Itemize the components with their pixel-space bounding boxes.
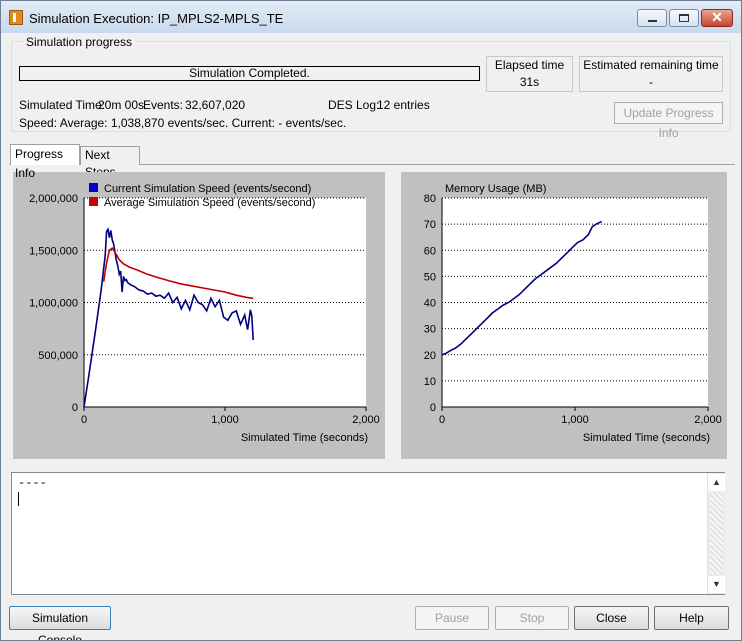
events-value: 32,607,020	[185, 98, 246, 112]
x-tick-label: 0	[81, 414, 87, 426]
close-icon: ✕	[711, 9, 723, 25]
y-tick-label: 0	[430, 402, 436, 414]
y-tick-label: 10	[424, 376, 436, 388]
pause-button[interactable]: Pause	[415, 606, 489, 630]
application-icon	[9, 10, 23, 25]
x-axis-label: Simulated Time (seconds)	[583, 432, 710, 444]
legend-swatch	[89, 197, 98, 206]
speed-summary: Speed: Average: 1,038,870 events/sec. Cu…	[19, 116, 347, 130]
title-bar[interactable]: Simulation Execution: IP_MPLS2-MPLS_TE ✕	[1, 1, 741, 33]
help-button[interactable]: Help	[654, 606, 729, 630]
legend-label: Average Simulation Speed (events/second)	[104, 197, 315, 209]
console-output[interactable]: ----	[11, 472, 725, 595]
chart-title: Memory Usage (MB)	[445, 183, 546, 195]
x-axis-label: Simulated Time (seconds)	[241, 432, 368, 444]
y-tick-label: 1,500,000	[29, 245, 78, 257]
maximize-icon	[679, 14, 689, 22]
simulation-speed-chart-svg: 0 500,000 1,000,000 1,500,000 2,000,000 0 1,00…	[29, 183, 380, 444]
x-tick-label: 0	[439, 414, 445, 426]
maximize-button[interactable]	[669, 9, 699, 27]
y-tick-label: 40	[424, 298, 436, 310]
simulation-execution-window: Simulation Execution: IP_MPLS2-MPLS_TE ✕…	[0, 0, 742, 641]
simulated-time-label: Simulated Time:	[19, 98, 106, 112]
remaining-time-value: -	[649, 75, 653, 89]
simulation-progress-label: Simulation progress	[23, 35, 136, 49]
scroll-up-icon[interactable]: ▲	[708, 474, 725, 491]
events-label: Events:	[143, 98, 184, 112]
scrollbar-track[interactable]	[710, 492, 723, 575]
stop-button[interactable]: Stop	[495, 606, 569, 630]
x-tick-label: 2,000	[352, 414, 380, 426]
window-title: Simulation Execution: IP_MPLS2-MPLS_TE	[29, 11, 284, 26]
x-tick-label: 1,000	[561, 414, 589, 426]
simulation-speed-chart: 0 500,000 1,000,000 1,500,000 2,000,000 0 1,00…	[13, 172, 385, 459]
tab-progress-info[interactable]: Progress Info	[10, 144, 80, 180]
y-tick-label: 30	[424, 324, 436, 336]
legend-swatch	[89, 183, 98, 192]
elapsed-time-label: Elapsed time	[494, 58, 565, 72]
minimize-icon	[648, 20, 657, 22]
y-tick-label: 70	[424, 219, 436, 231]
minimize-button[interactable]	[637, 9, 667, 27]
scroll-down-icon[interactable]: ▼	[708, 576, 725, 593]
remaining-time-label: Estimated remaining time	[583, 58, 719, 72]
simulated-time-value: 20m 00s	[98, 98, 145, 112]
update-progress-info-button[interactable]: Update Progress Info	[614, 102, 723, 140]
y-tick-label: 20	[424, 350, 436, 362]
text-caret	[18, 492, 19, 506]
des-log-value: 12 entries	[377, 98, 430, 112]
y-tick-label: 80	[424, 193, 436, 205]
y-tick-label: 0	[72, 402, 78, 414]
tab-next-steps[interactable]: Next Steps	[80, 146, 140, 179]
elapsed-time-box: Elapsed time 31s	[486, 56, 573, 92]
elapsed-time-value: 31s	[519, 75, 540, 89]
console-text: ----	[18, 476, 47, 490]
close-button[interactable]: Close	[574, 606, 649, 630]
close-window-button[interactable]: ✕	[701, 9, 733, 27]
y-tick-label: 500,000	[38, 350, 78, 362]
console-scrollbar[interactable]: ▲ ▼	[707, 473, 725, 594]
memory-usage-chart: 0 10 20 30 40 50 60 70 80 0 1,000 2,000 Simulated Ti…	[401, 172, 727, 459]
y-tick-label: 1,000,000	[29, 298, 78, 310]
memory-usage-chart-svg: 0 10 20 30 40 50 60 70 80 0 1,000 2,000 Simulated Ti…	[424, 183, 722, 444]
progress-status-bar: Simulation Completed.	[19, 66, 480, 81]
y-tick-label: 60	[424, 245, 436, 257]
x-tick-label: 2,000	[694, 414, 722, 426]
des-log-label: DES Log:	[328, 98, 380, 112]
legend-label: Current Simulation Speed (events/second)	[104, 183, 311, 195]
remaining-time-box: Estimated remaining time -	[579, 56, 723, 92]
y-tick-label: 2,000,000	[29, 193, 78, 205]
y-tick-label: 50	[424, 271, 436, 283]
simulation-console-button[interactable]: Simulation Console	[9, 606, 111, 640]
x-tick-label: 1,000	[211, 414, 239, 426]
